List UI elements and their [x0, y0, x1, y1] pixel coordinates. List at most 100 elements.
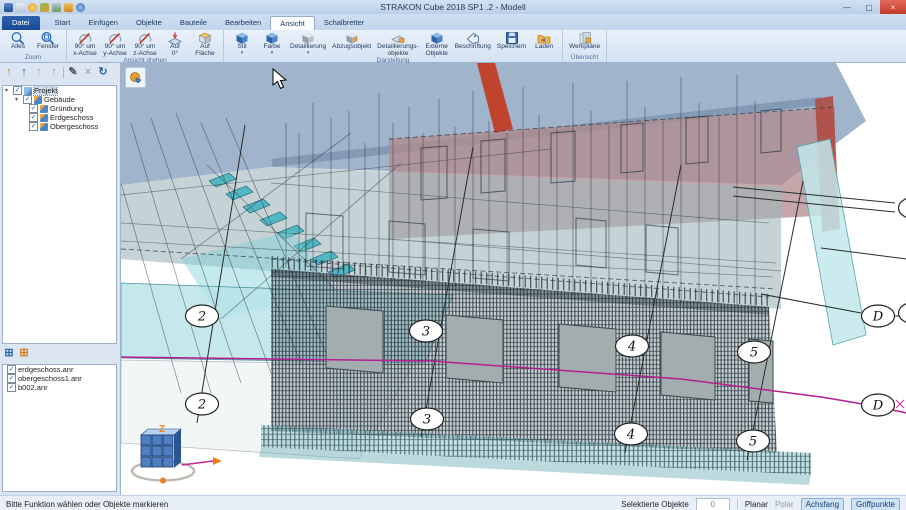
dropdown-icon[interactable]: ▾: [271, 50, 274, 56]
dropdown-icon[interactable]: ▾: [241, 50, 244, 56]
svg-text:D: D: [872, 399, 884, 414]
building-icon: [24, 86, 32, 95]
dropdown-icon[interactable]: ▾: [307, 50, 310, 56]
delete-disabled-icon[interactable]: ×: [82, 66, 94, 78]
rotate-x-button[interactable]: 90° um x-Achse: [70, 31, 100, 57]
gizmo-z-label: Z: [159, 424, 165, 435]
move-up-icon[interactable]: ↑: [18, 66, 30, 78]
tree-toolbar: ↑ ↑ ↑ ↑ ✎ × ↻: [3, 66, 109, 78]
detaillierung-button[interactable]: Detaillierung ▾: [287, 31, 329, 56]
maximize-button[interactable]: ▢: [858, 0, 880, 14]
svg-text:2: 2: [197, 398, 206, 413]
auf-flaeche-button[interactable]: Auf Fläche: [190, 31, 220, 57]
tab-ansicht[interactable]: Ansicht: [270, 16, 315, 30]
zoom-fenster-button[interactable]: Fenster: [33, 31, 63, 51]
checkbox-checked-icon[interactable]: [23, 95, 32, 104]
tree-item-label: Erdgeschoss: [50, 113, 94, 122]
tab-datei[interactable]: Datei: [2, 16, 40, 30]
floor-icon: [40, 104, 48, 113]
status-bar: Bitte Funktion wählen oder Objekte marki…: [0, 495, 906, 510]
tab-objekte[interactable]: Objekte: [127, 16, 171, 30]
tree-item-projekt[interactable]: ▾ Projekt: [3, 86, 116, 96]
laden-button[interactable]: Laden: [529, 31, 559, 51]
checkbox-checked-icon[interactable]: [7, 365, 16, 374]
svg-text:3: 3: [423, 413, 431, 428]
strakon-window: STRAKON Cube 2018 SP1 .2 - Modell — ▢ × …: [0, 0, 906, 510]
tab-schalbretter[interactable]: Schalbretter: [315, 16, 373, 30]
rotate-z-button[interactable]: 90° um z-Achse: [130, 31, 160, 57]
rotate-y-button[interactable]: 90° um y-Achse: [100, 31, 130, 57]
close-button[interactable]: ×: [880, 0, 906, 14]
svg-text:5: 5: [749, 435, 757, 450]
svg-text:D: D: [872, 310, 884, 325]
tree-item-erdgeschoss[interactable]: Erdgeschoss: [3, 113, 116, 122]
list-item[interactable]: b002.anr: [3, 383, 116, 392]
tree-item-label: Obergeschoss: [50, 122, 99, 131]
toggle-griffpunkte[interactable]: Griffpunkte: [851, 497, 900, 510]
tab-bearbeiten[interactable]: Bearbeiten: [216, 16, 270, 30]
checkbox-checked-icon[interactable]: [7, 374, 16, 383]
list-item[interactable]: erdgeschoss.anr: [3, 365, 116, 374]
refresh-icon[interactable]: ↻: [97, 66, 109, 78]
ribbon-group-uebersicht: Werkpläne Übersicht: [563, 30, 608, 62]
move-up-disabled-icon[interactable]: ↑: [33, 66, 45, 78]
svg-text:4: 4: [626, 428, 635, 443]
ribbon-group-label-zoom: Zoom: [24, 54, 42, 61]
toggle-achsfang[interactable]: Achsfang: [800, 497, 845, 510]
farbe-button[interactable]: Farbe ▾: [257, 31, 287, 56]
checkbox-checked-icon[interactable]: [13, 86, 22, 95]
window-title: STRAKON Cube 2018 SP1 .2 - Modell: [380, 2, 526, 12]
expander-icon[interactable]: ▾: [5, 88, 11, 94]
status-message: Bitte Funktion wählen oder Objekte marki…: [6, 499, 169, 509]
insert-building-icon[interactable]: ↑: [3, 66, 15, 78]
beschriftung-button[interactable]: Beschriftung: [452, 31, 494, 51]
expander-icon[interactable]: ▾: [15, 97, 21, 103]
project-tree: ▾ Projekt ▾ Gebäude Gründung: [2, 85, 117, 344]
stil-button[interactable]: Stil ▾: [227, 31, 257, 56]
checkbox-checked-icon[interactable]: [7, 383, 16, 392]
tab-bauteile[interactable]: Bauteile: [171, 16, 216, 30]
zoom-alles-button[interactable]: Alles: [3, 31, 33, 51]
svg-text:4: 4: [627, 340, 636, 355]
floor-icon: [40, 113, 48, 122]
ribbon-group-zoom: Alles Fenster Zoom: [0, 30, 67, 62]
model-viewport[interactable]: 2 2 3 3 4 4 5 5 D D Z: [120, 63, 906, 495]
tab-einfuegen[interactable]: Einfügen: [79, 16, 127, 30]
checkbox-checked-icon[interactable]: [29, 113, 38, 122]
externe-objekte-button[interactable]: Externe Objekte: [422, 31, 452, 57]
checkbox-checked-icon[interactable]: [29, 104, 38, 113]
status-separator: [736, 499, 738, 509]
import-layout-icon[interactable]: ⊞: [18, 347, 30, 359]
tab-start[interactable]: Start: [46, 16, 80, 30]
display-settings-icon: [130, 72, 142, 84]
tree-item-label: Projekt: [32, 86, 59, 96]
speichern-button[interactable]: Speichern: [494, 31, 529, 51]
auf-0-button[interactable]: Auf 0°: [160, 31, 190, 57]
checkbox-checked-icon[interactable]: [29, 122, 38, 131]
viewport-display-button[interactable]: [125, 67, 146, 88]
reinforcement-files-list: erdgeschoss.anr obergeschoss1.anr b002.a…: [2, 364, 117, 492]
files-toolbar: ⊞ ⊞: [3, 347, 30, 359]
tree-item-gruendung[interactable]: Gründung: [3, 104, 116, 113]
tree-item-obergeschoss[interactable]: Obergeschoss: [3, 122, 116, 131]
ribbon-group-label-uebersicht: Übersicht: [570, 54, 599, 61]
floor-icon: [40, 122, 48, 131]
edit-pencil-icon[interactable]: ✎: [67, 66, 79, 78]
list-item[interactable]: obergeschoss1.anr: [3, 374, 116, 383]
tree-item-gebaeude[interactable]: ▾ Gebäude: [3, 95, 116, 104]
model-3d-view[interactable]: 2 2 3 3 4 4 5 5 D D Z: [120, 63, 906, 495]
move-top-disabled-icon[interactable]: ↑: [48, 66, 60, 78]
ribbon-group-ansicht-drehen: 90° um x-Achse 90° um y-Achse 90° um z-A…: [67, 30, 224, 64]
toggle-planar[interactable]: Planar: [745, 500, 768, 509]
abzugsobjekt-button[interactable]: Abzugsobjekt: [329, 31, 374, 51]
tree-item-label: Gründung: [50, 104, 84, 113]
add-layout-icon[interactable]: ⊞: [3, 347, 15, 359]
werkplaene-button[interactable]: Werkpläne: [566, 31, 603, 51]
tree-item-label: Gebäude: [44, 95, 75, 104]
axis-marker-x: [895, 399, 905, 409]
detaillierungsobjekte-button[interactable]: Detaillierungs- objekte: [374, 31, 422, 57]
toggle-polar[interactable]: Polar: [775, 500, 794, 509]
selected-objects-count: 0: [695, 497, 730, 510]
building-icon: [34, 95, 42, 104]
minimize-button[interactable]: —: [836, 0, 858, 14]
